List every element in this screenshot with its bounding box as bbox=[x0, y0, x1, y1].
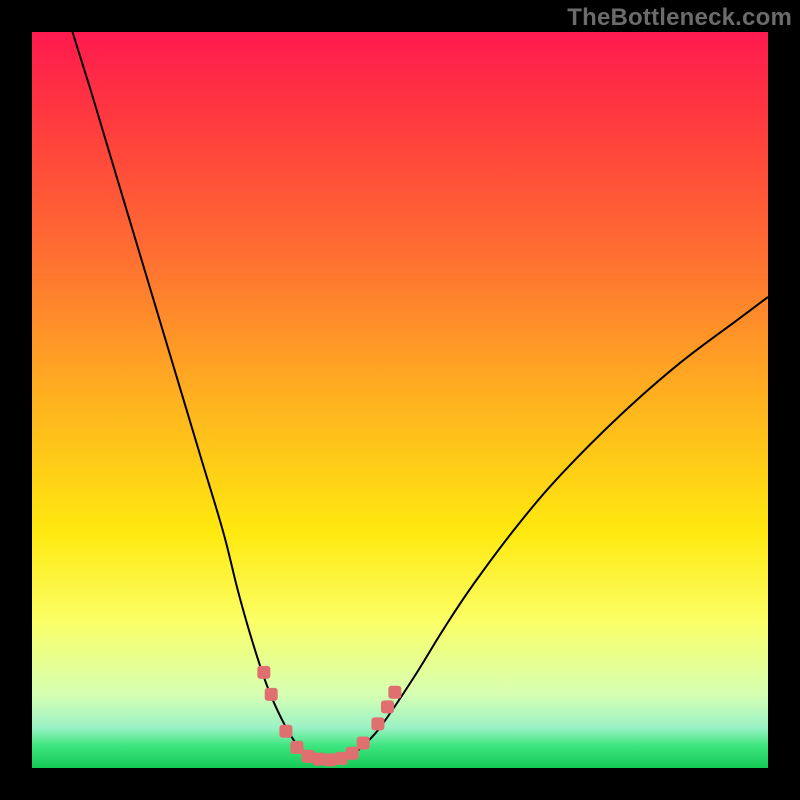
chart-svg bbox=[32, 32, 768, 768]
highlight-marker bbox=[381, 700, 394, 713]
highlight-marker bbox=[357, 736, 370, 749]
highlight-marker bbox=[290, 741, 303, 754]
highlight-marker bbox=[257, 666, 270, 679]
chart-frame: TheBottleneck.com bbox=[0, 0, 800, 800]
highlight-marker bbox=[346, 747, 359, 760]
highlight-marker bbox=[279, 725, 292, 738]
chart-plot-area bbox=[32, 32, 768, 768]
highlight-marker bbox=[265, 688, 278, 701]
highlight-marker bbox=[371, 717, 384, 730]
chart-background bbox=[32, 32, 768, 768]
highlight-marker bbox=[388, 686, 401, 699]
watermark-text: TheBottleneck.com bbox=[567, 4, 792, 32]
